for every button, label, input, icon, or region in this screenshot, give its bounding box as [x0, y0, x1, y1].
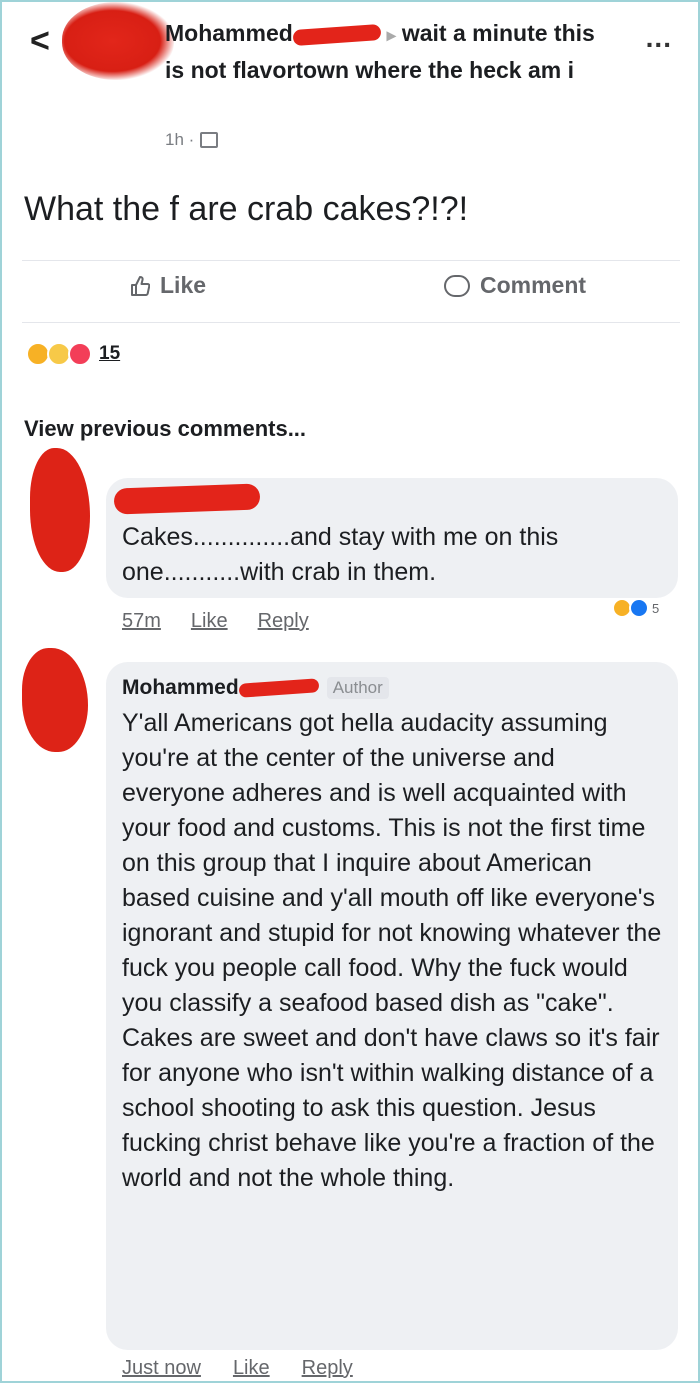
name-redaction [238, 678, 320, 698]
comment-reaction-count: 5 [652, 600, 660, 616]
comment-time[interactable]: Just now [122, 1357, 201, 1380]
post-text: What the f are crab cakes?!?! [24, 190, 469, 228]
globe-icon [200, 132, 219, 148]
like-button[interactable]: Like [130, 272, 206, 299]
comment-like-button[interactable]: Like [191, 610, 228, 633]
like-reaction-icon [629, 598, 649, 618]
post-header: Mohammed ▸ wait a minute this is not flavo… [165, 16, 605, 88]
comment-reactions[interactable]: 5 [612, 598, 659, 618]
comment-author-name[interactable]: Mohammed [122, 676, 239, 700]
post-meta: 1h · [165, 130, 219, 150]
divider [22, 322, 680, 323]
post-author-name[interactable]: Mohammed [165, 20, 293, 46]
comment-reply-button[interactable]: Reply [258, 610, 309, 633]
comment-text: Cakes..............and stay with me on t… [122, 523, 559, 586]
thumbs-up-icon [131, 275, 150, 296]
commenter-name-redaction[interactable] [113, 483, 261, 515]
comment-actions: Just now Like Reply [122, 1357, 353, 1380]
post-actions: Like Comment [0, 272, 700, 312]
comment-actions: 57m Like Reply [122, 610, 309, 633]
divider [22, 260, 680, 261]
reaction-summary[interactable]: 15 [26, 342, 120, 366]
post-time[interactable]: 1h · [165, 130, 194, 150]
arrow-icon: ▸ [386, 25, 396, 45]
comment-author-row: Mohammed Author [122, 676, 389, 700]
name-redaction [292, 23, 382, 46]
comment-label: Comment [480, 272, 587, 298]
like-label: Like [160, 272, 207, 298]
back-button[interactable]: < [30, 22, 50, 61]
author-badge: Author [326, 677, 389, 699]
comment-button[interactable]: Comment [444, 272, 586, 299]
comment-icon [444, 274, 470, 297]
reaction-count[interactable]: 15 [99, 343, 120, 365]
comment-reply-button[interactable]: Reply [302, 1357, 353, 1380]
comment-time[interactable]: 57m [122, 610, 161, 633]
view-previous-comments[interactable]: View previous comments... [24, 416, 306, 442]
love-reaction-icon [68, 342, 92, 366]
comment-like-button[interactable]: Like [233, 1357, 270, 1380]
comment-text: Y'all Americans got hella audacity assum… [122, 709, 662, 1192]
post-author-avatar[interactable] [62, 2, 174, 80]
more-options-button[interactable]: ... [646, 22, 672, 54]
